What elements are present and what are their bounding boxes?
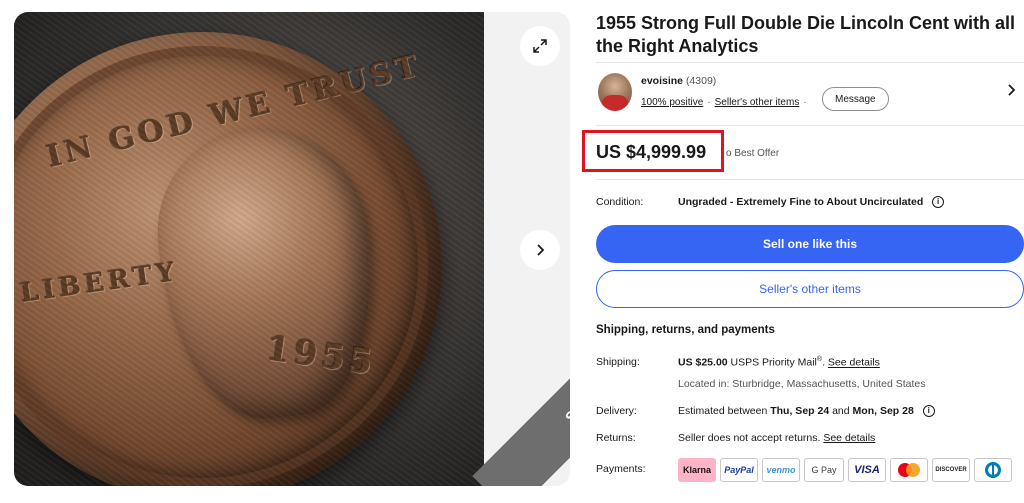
condition-value: Ungraded - Extremely Fine to About Uncir… [678, 196, 924, 208]
seller-card[interactable]: evoisine (4309) 100% positive · Seller's… [596, 62, 1024, 126]
seller-feedback-count: (4309) [685, 75, 717, 87]
payment-methods: Klarna PayPal venmo G Pay VISA DISCOVER [678, 458, 1012, 482]
seller-positive-link[interactable]: 100% positive [641, 97, 703, 108]
seller-avatar[interactable] [598, 73, 632, 111]
returns-text: Seller does not accept returns. [678, 432, 821, 444]
diners-club-icon [985, 462, 1001, 478]
seller-name-row: evoisine (4309) [641, 75, 716, 87]
paypal-logo: PayPal [720, 458, 758, 482]
delivery-label: Delivery: [596, 405, 637, 417]
visa-logo: VISA [848, 458, 886, 482]
shipping-heading: Shipping, returns, and payments [596, 324, 775, 336]
delivery-end: Mon, Sep 28 [852, 405, 914, 417]
item-title: 1955 Strong Full Double Die Lincoln Cent… [596, 13, 1016, 56]
klarna-logo: Klarna [678, 458, 716, 482]
sold-ribbon: SOLD [472, 292, 570, 486]
expand-icon [533, 39, 547, 53]
discover-logo: DISCOVER [932, 458, 970, 482]
best-offer-label: Best Offer [726, 148, 779, 159]
delivery-value: Estimated between Thu, Sep 24 and Mon, S… [678, 405, 935, 418]
shipping-value: US $25.00 USPS Priority Mail®. See detai… [678, 356, 880, 369]
seller-links: 100% positive · Seller's other items · [641, 97, 811, 108]
price-row: US $4,999.99 Best Offer [582, 126, 1024, 180]
separator-dot: · [803, 97, 807, 108]
image-gallery: IN GOD WE TRUST LIBERTY 1955 SOLD [14, 12, 570, 486]
item-price: US $4,999.99 [596, 142, 707, 162]
expand-button[interactable] [520, 26, 560, 66]
info-icon[interactable]: i [922, 405, 935, 418]
returns-details-link[interactable]: See details [823, 432, 875, 444]
coin-liberty: LIBERTY [18, 257, 181, 309]
mastercard-icon [898, 463, 920, 477]
seller-name[interactable]: evoisine [641, 75, 683, 87]
shipping-service: USPS Priority Mail [730, 356, 817, 369]
message-button[interactable]: Message [822, 87, 889, 111]
chevron-right-icon [537, 244, 545, 256]
sellers-other-items-button[interactable]: Seller's other items [596, 270, 1024, 308]
info-icon[interactable]: i [932, 196, 945, 209]
google-pay-logo: G Pay [804, 458, 844, 482]
diners-club-logo [974, 458, 1012, 482]
shipping-details-link[interactable]: See details [828, 357, 880, 369]
condition-label: Condition: [596, 196, 644, 208]
delivery-start: Thu, Sep 24 [770, 405, 830, 417]
seller-other-items-link[interactable]: Seller's other items [715, 97, 800, 108]
separator-dot: · [707, 97, 711, 108]
shipping-price: US $25.00 [678, 356, 728, 369]
shipping-label: Shipping: [596, 356, 640, 368]
registered-mark: ® [816, 356, 823, 363]
sold-label: SOLD [561, 381, 570, 427]
item-location: Located in: Sturbridge, Massachusetts, U… [678, 378, 926, 390]
coin-image: IN GOD WE TRUST LIBERTY 1955 [14, 32, 442, 486]
delivery-and: and [832, 405, 850, 417]
item-photo[interactable]: IN GOD WE TRUST LIBERTY 1955 [14, 12, 484, 486]
mastercard-logo [890, 458, 928, 482]
returns-label: Returns: [596, 432, 636, 444]
sell-one-like-this-button[interactable]: Sell one like this [596, 225, 1024, 263]
next-image-button[interactable] [520, 230, 560, 270]
delivery-prefix: Estimated between [678, 405, 768, 417]
payments-label: Payments: [596, 463, 646, 475]
venmo-logo: venmo [762, 458, 800, 482]
returns-value: Seller does not accept returns. See deta… [678, 432, 875, 444]
coin-bust [147, 117, 387, 429]
condition-value-wrap: Ungraded - Extremely Fine to About Uncir… [678, 196, 978, 209]
chevron-right-icon[interactable] [1006, 83, 1018, 97]
